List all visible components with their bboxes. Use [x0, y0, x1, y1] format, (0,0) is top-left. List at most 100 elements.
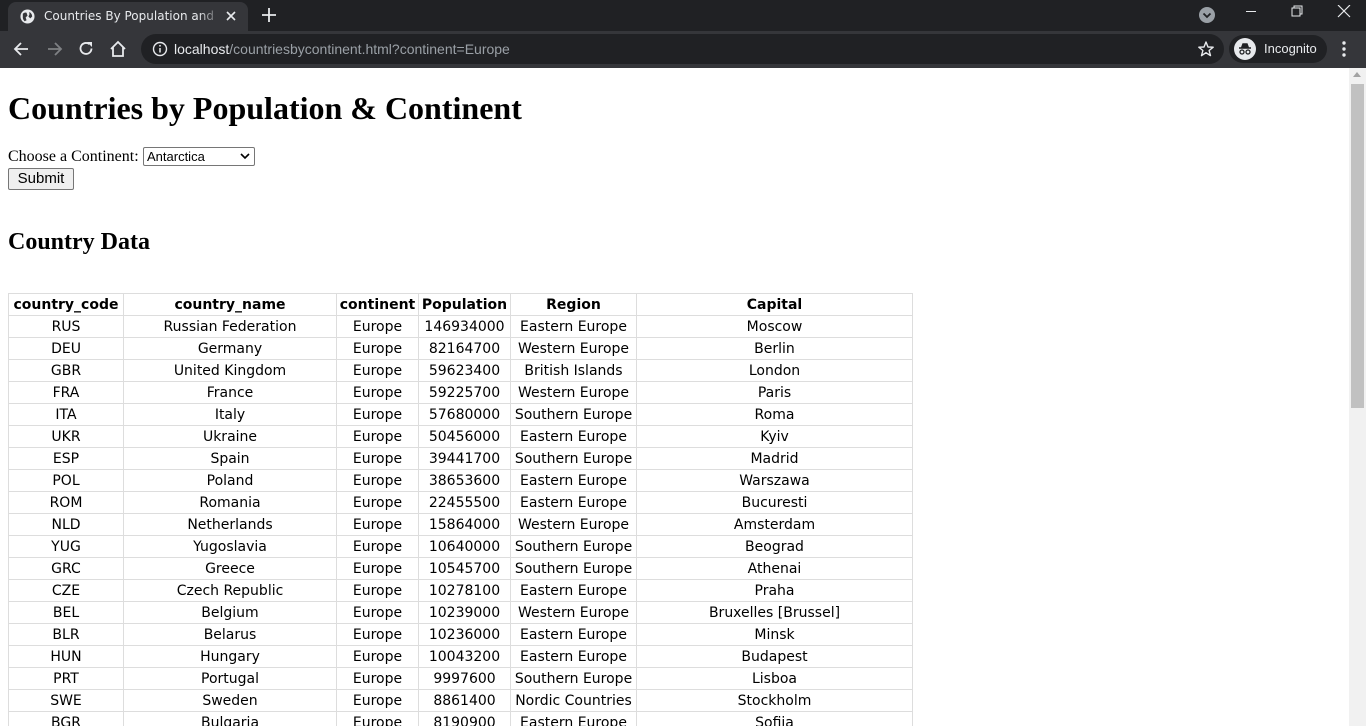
- browser-tab[interactable]: Countries By Population and Continent: [8, 2, 248, 31]
- window-close-button[interactable]: [1320, 0, 1366, 31]
- home-icon[interactable]: [108, 39, 128, 59]
- reload-icon[interactable]: [76, 39, 96, 59]
- table-cell: UKR: [8, 425, 124, 448]
- minimize-button[interactable]: [1228, 0, 1274, 31]
- incognito-badge[interactable]: Incognito: [1229, 35, 1327, 63]
- table-header-row: country_code country_name continent Populat…: [8, 293, 913, 316]
- back-arrow-icon[interactable]: [12, 39, 32, 59]
- table-cell: Europe: [336, 491, 419, 514]
- table-cell: Europe: [336, 557, 419, 580]
- table-row: NLD Netherlands Europe 15864000 Western Euro…: [8, 513, 913, 536]
- table-cell: Belgium: [123, 601, 337, 624]
- table-cell: Italy: [123, 403, 337, 426]
- table-cell: 38653600: [418, 469, 511, 492]
- table-row: ITA Italy Europe 57680000 Southern Europe Rom…: [8, 403, 913, 426]
- table-cell: Southern Europe: [510, 403, 637, 426]
- table-cell: Stockholm: [636, 689, 913, 712]
- table-cell: Europe: [336, 579, 419, 602]
- table-cell: 10043200: [418, 645, 511, 668]
- continent-selected-value: Antarctica: [147, 149, 205, 164]
- table-cell: Southern Europe: [510, 557, 637, 580]
- incognito-icon: [1234, 38, 1256, 60]
- restore-icon: [1291, 5, 1303, 17]
- country-data-table: country_code country_name continent Populat…: [8, 293, 913, 726]
- table-cell: NLD: [8, 513, 124, 536]
- table-cell: 9997600: [418, 667, 511, 690]
- table-cell: Kyiv: [636, 425, 913, 448]
- address-bar[interactable]: localhost/countriesbycontinent.html?cont…: [141, 34, 1224, 64]
- table-cell: British Islands: [510, 359, 637, 382]
- url-host: localhost: [174, 41, 230, 57]
- table-cell: 8861400: [418, 689, 511, 712]
- chevron-down-icon: [240, 153, 250, 160]
- table-row: YUG Yugoslavia Europe 10640000 Southern Euro…: [8, 535, 913, 558]
- close-tab-icon[interactable]: [224, 9, 238, 23]
- table-row: PRT Portugal Europe 9997600 Southern Europe L…: [8, 667, 913, 690]
- table-row: GRC Greece Europe 10545700 Southern Europe At…: [8, 557, 913, 580]
- table-cell: ROM: [8, 491, 124, 514]
- table-cell: Germany: [123, 337, 337, 360]
- table-row: GBR United Kingdom Europe 59623400 British I…: [8, 359, 913, 382]
- column-header: continent: [336, 293, 419, 316]
- table-cell: Southern Europe: [510, 447, 637, 470]
- table-row: FRA France Europe 59225700 Western Europe Par…: [8, 381, 913, 404]
- scrollbar-thumb[interactable]: [1351, 84, 1364, 408]
- table-cell: Europe: [336, 425, 419, 448]
- table-cell: Greece: [123, 557, 337, 580]
- tab-title-fade: [198, 6, 222, 26]
- table-cell: 59225700: [418, 381, 511, 404]
- table-cell: Europe: [336, 535, 419, 558]
- table-cell: 10640000: [418, 535, 511, 558]
- column-header: Capital: [636, 293, 913, 316]
- new-tab-icon[interactable]: [260, 6, 278, 24]
- table-cell: Netherlands: [123, 513, 337, 536]
- minimize-icon: [1246, 11, 1256, 12]
- table-cell: Europe: [336, 623, 419, 646]
- table-cell: Paris: [636, 381, 913, 404]
- kebab-menu-icon[interactable]: [1336, 39, 1352, 59]
- table-cell: Athenai: [636, 557, 913, 580]
- table-cell: Eastern Europe: [510, 623, 637, 646]
- table-cell: Portugal: [123, 667, 337, 690]
- vertical-scrollbar[interactable]: [1349, 68, 1366, 726]
- table-cell: Romania: [123, 491, 337, 514]
- table-cell: POL: [8, 469, 124, 492]
- table-cell: Eastern Europe: [510, 579, 637, 602]
- column-header: country_name: [123, 293, 337, 316]
- browser-toolbar: localhost/countriesbycontinent.html?cont…: [0, 31, 1366, 68]
- table-cell: Budapest: [636, 645, 913, 668]
- table-cell: Europe: [336, 359, 419, 382]
- table-cell: FRA: [8, 381, 124, 404]
- table-cell: Eastern Europe: [510, 469, 637, 492]
- table-cell: Beograd: [636, 535, 913, 558]
- scroll-up-arrow-icon[interactable]: [1353, 72, 1361, 77]
- table-cell: Sweden: [123, 689, 337, 712]
- url-text[interactable]: localhost/countriesbycontinent.html?cont…: [174, 41, 510, 57]
- restore-button[interactable]: [1274, 0, 1320, 31]
- table-cell: Bulgaria: [123, 711, 337, 726]
- table-cell: Berlin: [636, 337, 913, 360]
- table-cell: Nordic Countries: [510, 689, 637, 712]
- table-row: DEU Germany Europe 82164700 Western Europe Be…: [8, 337, 913, 360]
- column-header: Population: [418, 293, 511, 316]
- table-cell: Europe: [336, 513, 419, 536]
- continent-select[interactable]: Antarctica: [143, 147, 255, 166]
- table-cell: 10545700: [418, 557, 511, 580]
- table-cell: Minsk: [636, 623, 913, 646]
- tab-search-icon[interactable]: [1198, 6, 1216, 24]
- page-viewport: Countries by Population & Continent Choo…: [0, 68, 1349, 726]
- table-cell: SWE: [8, 689, 124, 712]
- table-cell: Bucuresti: [636, 491, 913, 514]
- info-icon[interactable]: [152, 41, 168, 57]
- table-row: ROM Romania Europe 22455500 Eastern Europe Bu…: [8, 491, 913, 514]
- table-cell: GBR: [8, 359, 124, 382]
- table-cell: BEL: [8, 601, 124, 624]
- continent-form: Choose a Continent: Antarctica: [8, 147, 255, 168]
- table-cell: Europe: [336, 645, 419, 668]
- submit-button[interactable]: Submit: [8, 168, 74, 190]
- bookmark-star-icon[interactable]: [1197, 40, 1215, 58]
- table-cell: 50456000: [418, 425, 511, 448]
- forward-arrow-icon[interactable]: [44, 39, 64, 59]
- table-cell: 15864000: [418, 513, 511, 536]
- table-cell: Roma: [636, 403, 913, 426]
